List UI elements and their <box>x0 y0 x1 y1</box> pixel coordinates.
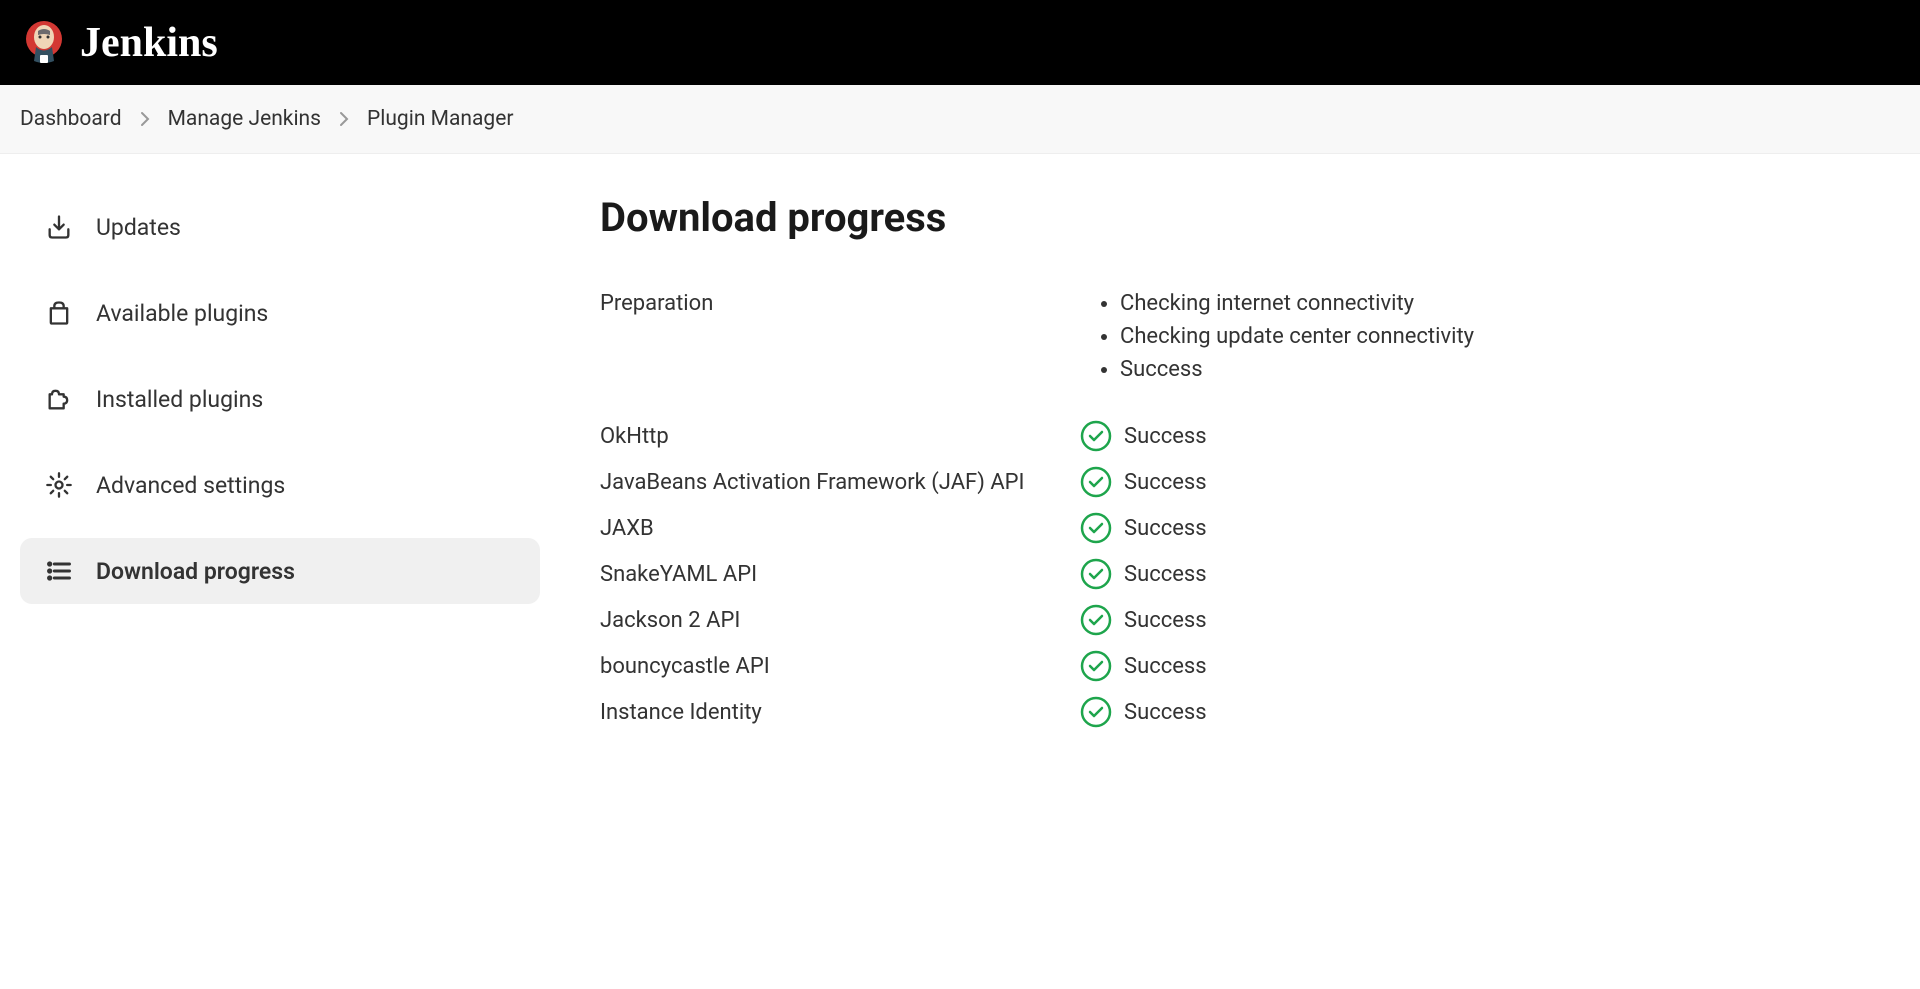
plugin-status: Success <box>1080 604 1207 636</box>
plugin-row: Jackson 2 API Success <box>600 604 1900 636</box>
gear-icon <box>44 470 74 500</box>
status-text: Success <box>1124 608 1207 633</box>
chevron-right-icon <box>339 111 349 127</box>
plugin-row: bouncycastle API Success <box>600 650 1900 682</box>
list-icon <box>44 556 74 586</box>
breadcrumb-dashboard[interactable]: Dashboard <box>20 107 122 131</box>
preparation-list: Checking internet connectivity Checking … <box>1120 291 1474 390</box>
content: Download progress Preparation Checking i… <box>600 194 1900 742</box>
preparation-step: Checking update center connectivity <box>1120 324 1474 349</box>
sidebar-item-label: Download progress <box>96 558 295 585</box>
success-check-icon <box>1080 696 1112 728</box>
shopping-bag-icon <box>44 298 74 328</box>
plugin-name: Instance Identity <box>600 700 1080 725</box>
plugin-row: OkHttp Success <box>600 420 1900 452</box>
app-name: Jenkins <box>80 19 218 67</box>
status-text: Success <box>1124 562 1207 587</box>
download-icon <box>44 212 74 242</box>
sidebar-item-label: Installed plugins <box>96 386 263 413</box>
puzzle-icon <box>44 384 74 414</box>
plugin-status: Success <box>1080 696 1207 728</box>
chevron-right-icon <box>140 111 150 127</box>
status-text: Success <box>1124 516 1207 541</box>
plugin-row: Instance Identity Success <box>600 696 1900 728</box>
plugin-row: SnakeYAML API Success <box>600 558 1900 590</box>
sidebar: Updates Available plugins Installed plug… <box>20 194 540 742</box>
preparation-step: Success <box>1120 357 1474 382</box>
status-text: Success <box>1124 424 1207 449</box>
plugin-status: Success <box>1080 512 1207 544</box>
breadcrumb-plugin-manager[interactable]: Plugin Manager <box>367 107 513 131</box>
jenkins-logo-icon <box>20 19 68 67</box>
status-text: Success <box>1124 700 1207 725</box>
plugin-name: OkHttp <box>600 424 1080 449</box>
plugin-name: JAXB <box>600 516 1080 541</box>
success-check-icon <box>1080 558 1112 590</box>
success-check-icon <box>1080 420 1112 452</box>
sidebar-item-installed-plugins[interactable]: Installed plugins <box>20 366 540 432</box>
status-text: Success <box>1124 470 1207 495</box>
page-title: Download progress <box>600 194 1900 241</box>
breadcrumb-bar: Dashboard Manage Jenkins Plugin Manager <box>0 85 1920 154</box>
success-check-icon <box>1080 466 1112 498</box>
preparation-step: Checking internet connectivity <box>1120 291 1474 316</box>
success-check-icon <box>1080 512 1112 544</box>
plugin-row: JavaBeans Activation Framework (JAF) API… <box>600 466 1900 498</box>
success-check-icon <box>1080 650 1112 682</box>
sidebar-item-download-progress[interactable]: Download progress <box>20 538 540 604</box>
sidebar-item-label: Available plugins <box>96 300 268 327</box>
status-text: Success <box>1124 654 1207 679</box>
sidebar-item-updates[interactable]: Updates <box>20 194 540 260</box>
progress-section: Preparation Checking internet connectivi… <box>600 291 1900 728</box>
header: Jenkins <box>0 0 1920 85</box>
plugin-status: Success <box>1080 650 1207 682</box>
breadcrumb: Dashboard Manage Jenkins Plugin Manager <box>20 107 1900 131</box>
plugin-status: Success <box>1080 466 1207 498</box>
plugin-name: SnakeYAML API <box>600 562 1080 587</box>
logo-container[interactable]: Jenkins <box>20 19 218 67</box>
plugin-row: JAXB Success <box>600 512 1900 544</box>
sidebar-item-label: Updates <box>96 214 181 241</box>
sidebar-item-available-plugins[interactable]: Available plugins <box>20 280 540 346</box>
preparation-label: Preparation <box>600 291 1080 316</box>
breadcrumb-manage-jenkins[interactable]: Manage Jenkins <box>168 107 321 131</box>
plugin-name: bouncycastle API <box>600 654 1080 679</box>
preparation-row: Preparation Checking internet connectivi… <box>600 291 1900 390</box>
plugin-status: Success <box>1080 558 1207 590</box>
main-container: Updates Available plugins Installed plug… <box>0 154 1920 782</box>
success-check-icon <box>1080 604 1112 636</box>
plugin-name: JavaBeans Activation Framework (JAF) API <box>600 470 1080 495</box>
plugin-status: Success <box>1080 420 1207 452</box>
sidebar-item-label: Advanced settings <box>96 472 285 499</box>
sidebar-item-advanced-settings[interactable]: Advanced settings <box>20 452 540 518</box>
plugin-name: Jackson 2 API <box>600 608 1080 633</box>
